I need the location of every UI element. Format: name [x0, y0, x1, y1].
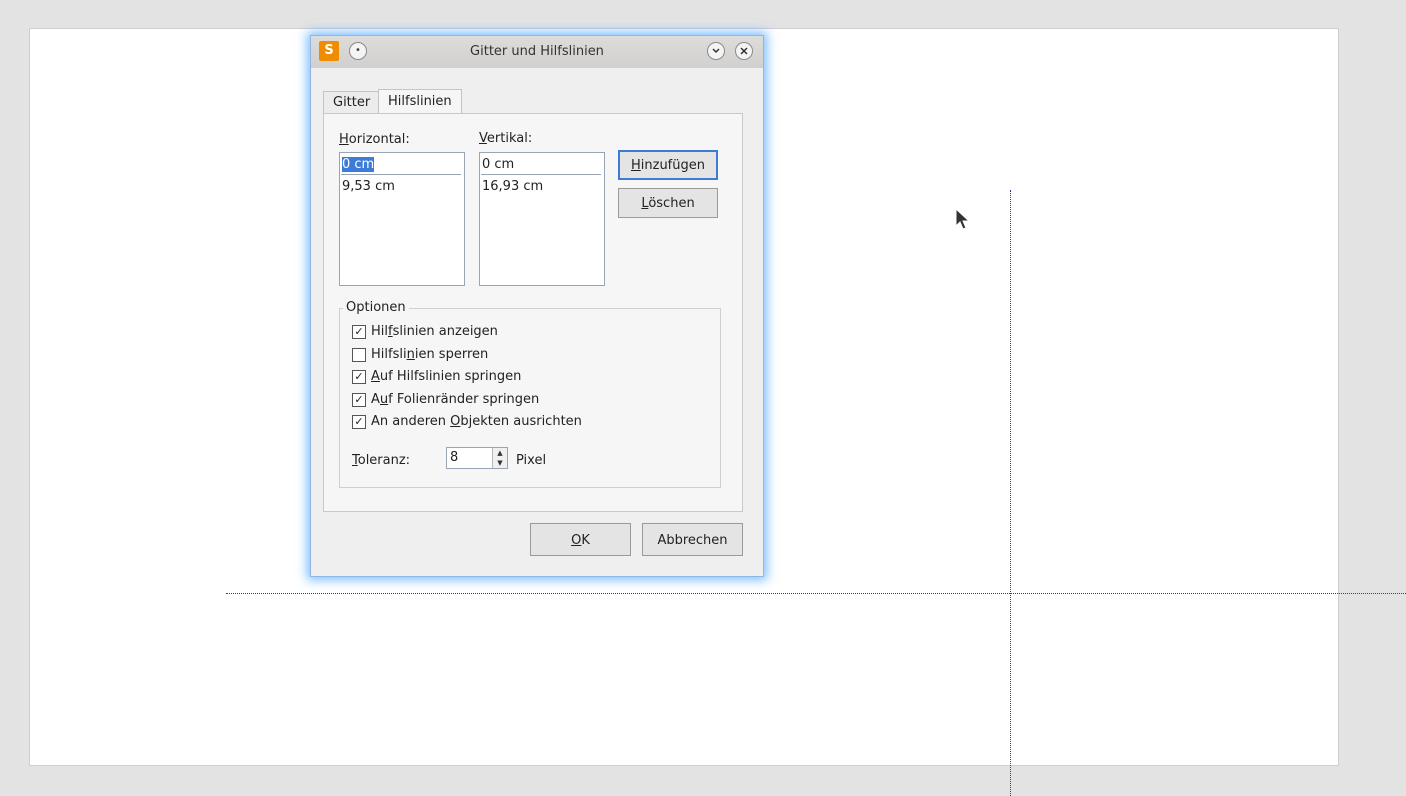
- vertical-label: Vertikal:: [479, 131, 533, 146]
- ok-button[interactable]: OK: [530, 523, 631, 556]
- dialog-titlebar[interactable]: S • Gitter und Hilfslinien: [311, 36, 763, 68]
- horizontal-guide-line[interactable]: [226, 593, 1406, 594]
- tolerance-spinbox[interactable]: 8 ▲ ▼: [446, 447, 508, 469]
- spin-arrows-icon[interactable]: ▲ ▼: [492, 448, 507, 468]
- tolerance-label: Toleranz:: [352, 453, 411, 468]
- minimize-button[interactable]: [707, 42, 725, 60]
- checkbox-icon[interactable]: ✓: [352, 370, 366, 384]
- chevron-down-icon: [712, 48, 720, 54]
- delete-button[interactable]: Löschen: [618, 188, 718, 218]
- checkbox-icon[interactable]: ✓: [352, 393, 366, 407]
- horizontal-input[interactable]: 0 cm: [341, 154, 461, 175]
- guides-dialog: S • Gitter und Hilfslinien Gitter Hilfsl…: [310, 35, 764, 577]
- options-legend: Optionen: [343, 300, 409, 315]
- add-button[interactable]: Hinzufügen: [618, 150, 718, 180]
- vertical-input[interactable]: 0 cm: [481, 154, 601, 175]
- mouse-cursor-icon: [955, 208, 971, 230]
- checkbox-icon[interactable]: ✓: [352, 415, 366, 429]
- horizontal-label: Horizontal:: [339, 132, 410, 147]
- close-button[interactable]: [735, 42, 753, 60]
- vertical-list[interactable]: 0 cm 16,93 cm: [479, 152, 605, 286]
- list-item[interactable]: 16,93 cm: [482, 179, 543, 194]
- list-item[interactable]: 9,53 cm: [342, 179, 395, 194]
- tolerance-unit: Pixel: [516, 453, 547, 468]
- close-icon: [740, 47, 748, 55]
- checkbox-icon[interactable]: [352, 348, 366, 362]
- cancel-button[interactable]: Abbrechen: [642, 523, 743, 556]
- tolerance-value[interactable]: 8: [450, 450, 458, 465]
- vertical-guide-line[interactable]: [1010, 190, 1011, 796]
- tab-hilfslinien[interactable]: Hilfslinien: [378, 89, 462, 114]
- dialog-title: Gitter und Hilfslinien: [470, 44, 604, 59]
- checkbox-icon[interactable]: ✓: [352, 325, 366, 339]
- tab-gitter[interactable]: Gitter: [323, 91, 381, 114]
- horizontal-list[interactable]: 0 cm 9,53 cm: [339, 152, 465, 286]
